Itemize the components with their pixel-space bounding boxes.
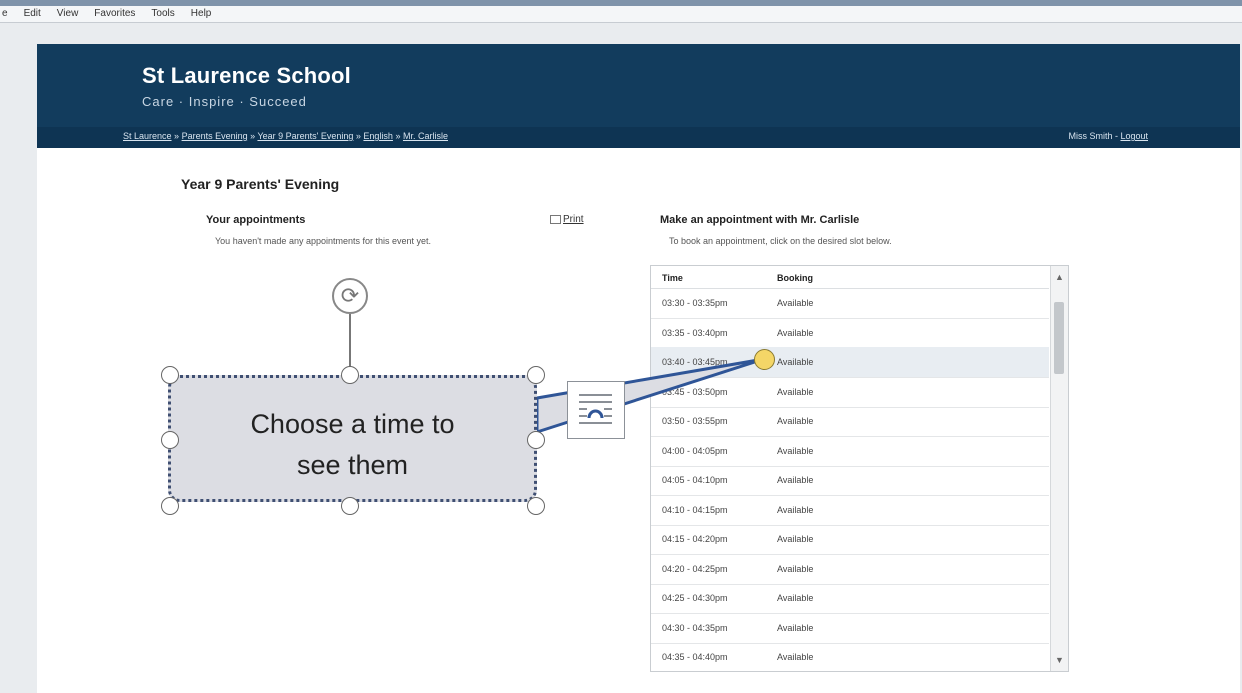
slot-booking: Available (777, 357, 814, 367)
site-header: St Laurence School Care · Inspire · Succ… (37, 44, 1240, 148)
callout-line-2: see them (296, 450, 409, 480)
breadcrumb-parents-evening[interactable]: Parents Evening (182, 131, 248, 141)
table-row[interactable]: 04:05 - 04:10pm Available (651, 465, 1049, 496)
scroll-up-icon[interactable]: ▲ (1055, 272, 1064, 282)
slot-time: 04:25 - 04:30pm (662, 593, 728, 603)
table-row[interactable]: 03:35 - 03:40pm Available (651, 318, 1049, 349)
print-label: Print (563, 214, 584, 225)
slot-booking: Available (777, 623, 814, 633)
slot-time: 03:45 - 03:50pm (662, 387, 728, 397)
resize-handle-top[interactable] (341, 366, 359, 384)
slot-time: 04:05 - 04:10pm (662, 475, 728, 485)
table-row[interactable]: 03:45 - 03:50pm Available (651, 377, 1049, 408)
table-row[interactable]: 04:10 - 04:15pm Available (651, 495, 1049, 526)
scroll-down-icon[interactable]: ▼ (1055, 655, 1064, 665)
callout-text: Choose a time to see them (171, 404, 534, 486)
slot-time: 04:15 - 04:20pm (662, 534, 728, 544)
col-booking-header: Booking (777, 273, 813, 283)
slot-booking: Available (777, 652, 814, 662)
time-slot-table: Time Booking 03:30 - 03:35pm Available 03… (650, 265, 1069, 672)
appointments-heading: Your appointments (206, 214, 306, 226)
breadcrumb-teacher[interactable]: Mr. Carlisle (403, 131, 448, 141)
resize-handle-bottom-right[interactable] (527, 497, 545, 515)
resize-handle-bottom[interactable] (341, 497, 359, 515)
menu-file[interactable]: e (0, 8, 10, 19)
slot-time: 03:30 - 03:35pm (662, 298, 728, 308)
breadcrumb-home[interactable]: St Laurence (123, 131, 172, 141)
logout-link[interactable]: Logout (1120, 131, 1148, 141)
no-appointments-message: You haven't made any appointments for th… (215, 236, 432, 246)
table-row[interactable]: 04:35 - 04:40pm Available (651, 642, 1049, 671)
table-row[interactable]: 03:40 - 03:45pm Available (651, 347, 1049, 378)
school-tagline: Care · Inspire · Succeed (142, 94, 307, 109)
page-title: Year 9 Parents' Evening (181, 176, 340, 192)
callout-box[interactable]: Choose a time to see them (168, 375, 537, 502)
slot-booking: Available (777, 328, 814, 338)
menu-view[interactable]: View (55, 8, 81, 19)
slot-time: 04:10 - 04:15pm (662, 505, 728, 515)
table-row[interactable]: 03:30 - 03:35pm Available (651, 288, 1049, 319)
make-appointment-heading: Make an appointment with Mr. Carlisle (660, 214, 860, 226)
scroll-thumb[interactable] (1054, 302, 1064, 374)
callout-line-1: Choose a time to (250, 409, 455, 439)
slot-time: 03:50 - 03:55pm (662, 416, 728, 426)
slot-booking: Available (777, 564, 814, 574)
table-header: Time Booking (651, 266, 1049, 289)
slot-time: 04:30 - 04:35pm (662, 623, 728, 633)
slot-time: 03:40 - 03:45pm (662, 357, 728, 367)
slot-booking: Available (777, 505, 814, 515)
menu-help[interactable]: Help (189, 8, 214, 19)
print-link[interactable]: Print (550, 214, 584, 225)
table-row[interactable]: 04:30 - 04:35pm Available (651, 613, 1049, 644)
resize-handle-top-left[interactable] (161, 366, 179, 384)
table-row[interactable]: 04:00 - 04:05pm Available (651, 436, 1049, 467)
breadcrumb-subject[interactable]: English (363, 131, 393, 141)
slot-booking: Available (777, 298, 814, 308)
slot-time: 04:00 - 04:05pm (662, 446, 728, 456)
resize-handle-top-right[interactable] (527, 366, 545, 384)
menu-tools[interactable]: Tools (149, 8, 176, 19)
table-row[interactable]: 03:50 - 03:55pm Available (651, 406, 1049, 437)
resize-handle-left[interactable] (161, 431, 179, 449)
slot-time: 04:35 - 04:40pm (662, 652, 728, 662)
print-icon (550, 214, 561, 224)
col-time-header: Time (662, 273, 683, 283)
slot-booking: Available (777, 416, 814, 426)
breadcrumb-event[interactable]: Year 9 Parents' Evening (257, 131, 353, 141)
menu-edit[interactable]: Edit (22, 8, 43, 19)
resize-handle-bottom-left[interactable] (161, 497, 179, 515)
browser-titlebar (0, 0, 1242, 6)
browser-menubar: e Edit View Favorites Tools Help (0, 8, 213, 19)
make-appointment-hint: To book an appointment, click on the des… (669, 236, 892, 246)
slot-booking: Available (777, 387, 814, 397)
slot-booking: Available (777, 475, 814, 485)
slot-booking: Available (777, 446, 814, 456)
table-row[interactable]: 04:25 - 04:30pm Available (651, 583, 1049, 614)
table-scrollbar[interactable]: ▲ ▼ (1050, 266, 1068, 671)
table-row[interactable]: 04:15 - 04:20pm Available (651, 524, 1049, 555)
slot-time: 04:20 - 04:25pm (662, 564, 728, 574)
school-name: St Laurence School (142, 63, 351, 88)
resize-handle-right[interactable] (527, 431, 545, 449)
menu-favorites[interactable]: Favorites (92, 8, 137, 19)
user-name: Miss Smith (1068, 131, 1113, 141)
slot-time: 03:35 - 03:40pm (662, 328, 728, 338)
browser-chrome: e Edit View Favorites Tools Help (0, 0, 1242, 23)
slot-booking: Available (777, 534, 814, 544)
table-row[interactable]: 04:20 - 04:25pm Available (651, 554, 1049, 585)
layout-options-icon[interactable] (567, 381, 625, 439)
breadcrumb: St Laurence » Parents Evening » Year 9 P… (37, 127, 1240, 148)
slot-booking: Available (777, 593, 814, 603)
layout-options-glyph (579, 394, 612, 424)
